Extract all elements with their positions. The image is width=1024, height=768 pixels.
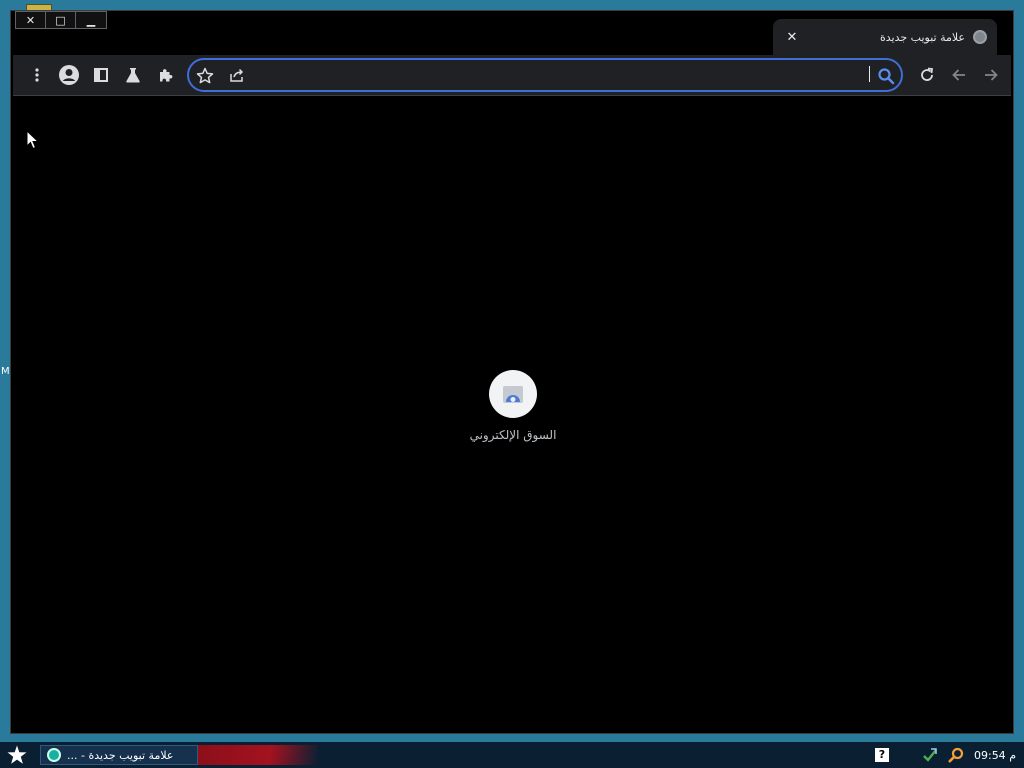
title-bar: ✕ □ ▁ ✕ علامة تبويب جديدة — [11, 11, 1013, 55]
flask-icon — [126, 68, 140, 83]
omnibox-input[interactable] — [251, 65, 861, 85]
window-minimize-button[interactable]: ▁ — [76, 12, 106, 28]
share-button[interactable] — [227, 66, 247, 86]
globe-icon — [973, 30, 987, 44]
more-vert-icon — [35, 68, 39, 82]
window-maximize-button[interactable]: □ — [46, 12, 76, 28]
web-store-icon — [503, 386, 523, 403]
bookmark-star-button[interactable] — [195, 66, 215, 86]
system-tray: ? 09:54 م — [866, 742, 1016, 768]
tab-title: علامة تبويب جديدة — [879, 30, 965, 44]
help-icon: ? — [874, 748, 889, 762]
taskbar: علامة تبويب جديدة - ... ? 09:54 م — [0, 742, 1024, 768]
extensions-button[interactable] — [149, 59, 181, 91]
taskbar-decoration — [198, 745, 318, 765]
shortcut-icon-circle — [489, 370, 537, 418]
menu-button[interactable] — [21, 59, 53, 91]
browser-app-icon — [47, 748, 61, 762]
start-button[interactable] — [6, 744, 28, 766]
reload-button[interactable] — [911, 59, 943, 91]
reload-icon — [921, 67, 934, 81]
tab-new-tab[interactable]: ✕ علامة تبويب جديدة — [773, 19, 997, 55]
search-tray-button[interactable] — [946, 745, 966, 765]
mouse-pointer-icon — [26, 130, 40, 150]
star-icon — [196, 67, 214, 84]
navigation-buttons — [911, 59, 1007, 91]
window-controls: ✕ □ ▁ — [15, 11, 107, 29]
puzzle-icon — [160, 69, 173, 82]
profile-button[interactable] — [53, 59, 85, 91]
side-panel-button[interactable] — [85, 59, 117, 91]
clock[interactable]: 09:54 م — [974, 749, 1016, 762]
magnifier-icon — [948, 747, 964, 763]
share-icon — [230, 68, 244, 82]
taskbar-item-label: علامة تبويب جديدة - ... — [67, 748, 174, 762]
back-button[interactable] — [943, 59, 975, 91]
search-button[interactable] — [877, 67, 895, 85]
network-tray-button[interactable] — [920, 745, 940, 765]
back-arrow-icon — [952, 69, 965, 81]
forward-button[interactable] — [975, 59, 1007, 91]
side-panel-icon — [94, 68, 108, 82]
browser-toolbar — [13, 55, 1011, 95]
network-icon — [923, 748, 937, 762]
help-button[interactable]: ? — [872, 745, 892, 765]
star-icon — [7, 745, 27, 764]
labs-button[interactable] — [117, 59, 149, 91]
new-tab-page: السوق الإلكتروني — [13, 96, 1011, 733]
desktop-side-letter: M — [1, 366, 10, 377]
text-caret — [869, 66, 870, 82]
tab-close-button[interactable]: ✕ — [783, 30, 801, 45]
search-icon — [878, 68, 895, 85]
shortcut-label: السوق الإلكتروني — [469, 428, 557, 442]
account-circle-icon — [59, 65, 79, 85]
window-close-button[interactable]: ✕ — [16, 12, 46, 28]
browser-window: ✕ □ ▁ ✕ علامة تبويب جديدة السوق الإلكترو… — [10, 10, 1014, 734]
shortcut-tile[interactable]: السوق الإلكتروني — [443, 370, 583, 460]
address-bar — [187, 58, 903, 92]
forward-arrow-icon — [985, 69, 998, 81]
taskbar-browser-item[interactable]: علامة تبويب جديدة - ... — [40, 745, 198, 765]
